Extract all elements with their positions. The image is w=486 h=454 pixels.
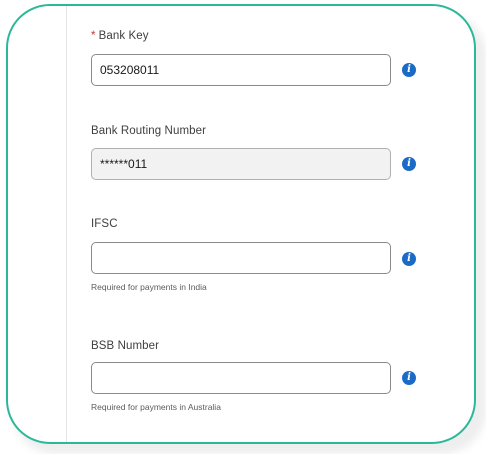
bsb-number-label: BSB Number (91, 340, 160, 352)
bank-key-input[interactable]: 053208011 (91, 54, 391, 86)
bank-key-info-icon[interactable]: i (402, 63, 416, 77)
ifsc-help-text: Required for payments in India (91, 282, 207, 292)
left-divider (66, 6, 67, 442)
ifsc-info-icon[interactable]: i (402, 252, 416, 266)
ifsc-input[interactable] (91, 242, 391, 274)
bank-key-label: * Bank Key (91, 30, 149, 42)
bsb-number-help-text: Required for payments in Australia (91, 402, 221, 412)
bank-routing-number-label: Bank Routing Number (91, 125, 207, 137)
bank-key-label-text: Bank Key (98, 30, 149, 42)
bsb-number-info-icon[interactable]: i (402, 371, 416, 385)
bank-routing-number-info-icon[interactable]: i (402, 157, 416, 171)
bank-routing-number-input[interactable]: ******011 (91, 148, 391, 180)
bsb-number-input[interactable] (91, 362, 391, 394)
required-marker: * (91, 30, 96, 42)
bank-details-card: * Bank Key 053208011 i Bank Routing Numbe… (6, 4, 476, 444)
page: * Bank Key 053208011 i Bank Routing Numbe… (0, 0, 486, 454)
ifsc-label: IFSC (91, 218, 118, 230)
